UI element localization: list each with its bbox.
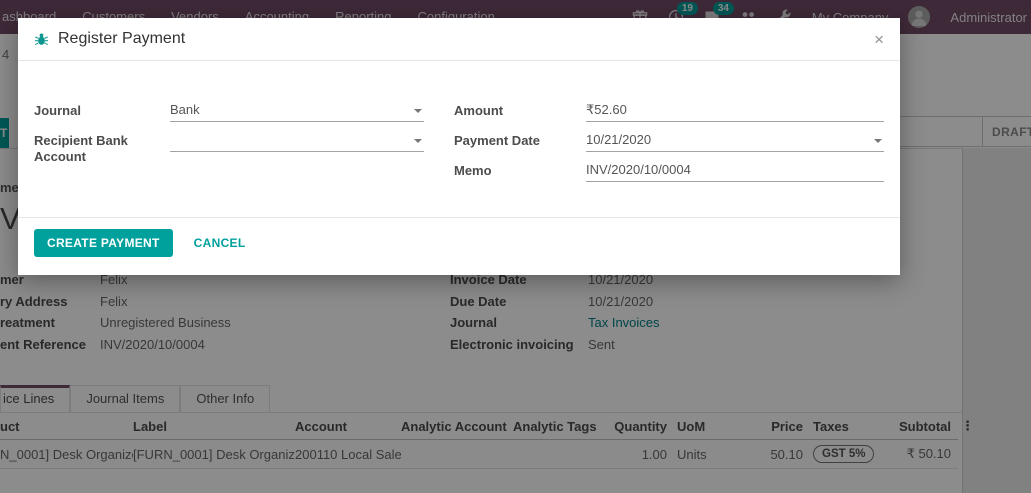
amount-input-value: ₹52.60 [586, 102, 627, 117]
chevron-down-icon[interactable] [874, 139, 882, 143]
recipient-bank-field-label: Recipient Bank Account [34, 131, 170, 165]
amount-input[interactable]: ₹52.60 [586, 101, 884, 122]
payment-date-field-row: Payment Date 10/21/2020 [454, 131, 884, 152]
journal-field-label: Journal [34, 101, 170, 119]
memo-input[interactable]: INV/2020/10/0004 [586, 161, 884, 182]
chevron-down-icon[interactable] [414, 139, 422, 143]
modal-footer: CREATE PAYMENT CANCEL [18, 217, 900, 275]
payment-date-field-label: Payment Date [454, 131, 586, 149]
memo-field-label: Memo [454, 161, 586, 179]
journal-select-value: Bank [170, 102, 200, 117]
payment-date-input[interactable]: 10/21/2020 [586, 131, 884, 152]
modal-title: Register Payment [58, 30, 185, 48]
memo-input-value: INV/2020/10/0004 [586, 162, 691, 177]
bug-icon [34, 32, 49, 47]
chevron-down-icon[interactable] [414, 109, 422, 113]
modal-right-column: Amount ₹52.60 Payment Date 10/21/2020 Me… [454, 101, 884, 191]
recipient-bank-field-row: Recipient Bank Account [34, 131, 424, 165]
amount-field-label: Amount [454, 101, 586, 119]
create-payment-button[interactable]: CREATE PAYMENT [34, 229, 173, 257]
recipient-bank-select[interactable] [170, 131, 424, 152]
close-icon[interactable]: × [874, 31, 884, 48]
modal-body: Journal Bank Recipient Bank Account Amou… [18, 61, 900, 191]
journal-field-row: Journal Bank [34, 101, 424, 122]
cancel-button[interactable]: CANCEL [192, 229, 248, 257]
journal-select[interactable]: Bank [170, 101, 424, 122]
payment-date-input-value: 10/21/2020 [586, 132, 651, 147]
memo-field-row: Memo INV/2020/10/0004 [454, 161, 884, 182]
modal-left-column: Journal Bank Recipient Bank Account [34, 101, 424, 191]
register-payment-modal: Register Payment × Journal Bank Recipien… [18, 18, 900, 275]
amount-field-row: Amount ₹52.60 [454, 101, 884, 122]
modal-header: Register Payment × [18, 18, 900, 61]
